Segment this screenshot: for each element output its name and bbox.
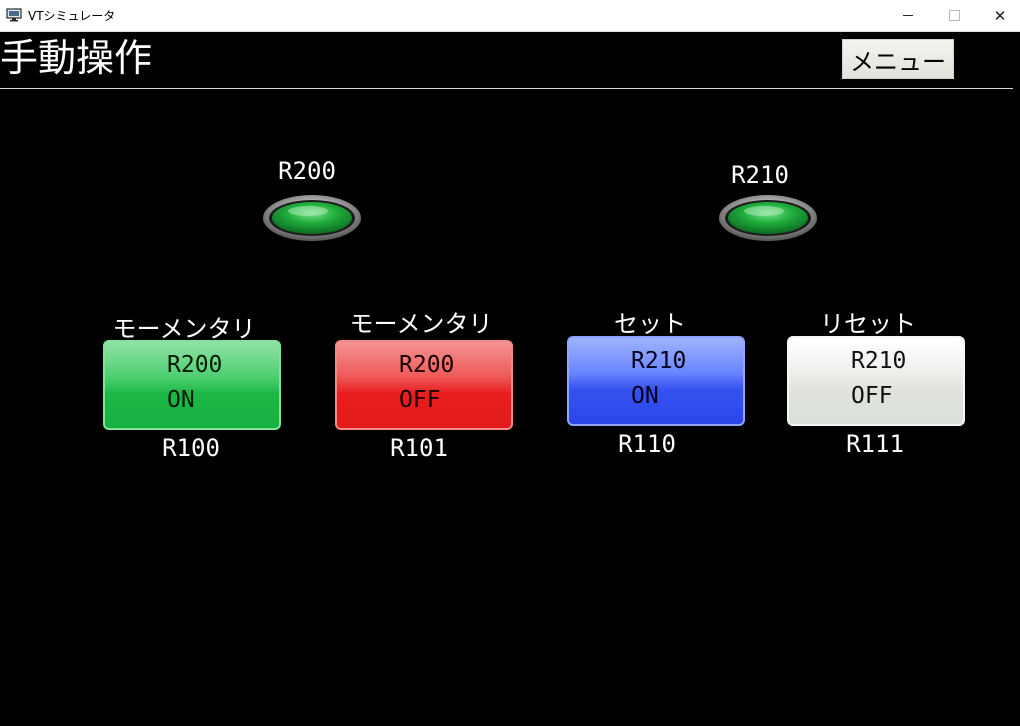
address-label-r111: R111 — [846, 430, 904, 458]
r200-on-button[interactable]: R200 ON — [103, 340, 281, 430]
button-state-label: OFF — [851, 383, 893, 409]
close-icon: ✕ — [993, 6, 1007, 25]
r210-on-button[interactable]: R210 ON — [567, 336, 745, 426]
minimize-button[interactable] — [885, 0, 931, 31]
address-label-r101: R101 — [390, 434, 448, 462]
header-divider — [0, 88, 1013, 89]
caption-momentary-on: モーメンタリ — [112, 315, 256, 343]
title-bar: VTシミュレータ ✕ — [0, 0, 1020, 32]
window-title: VTシミュレータ — [28, 9, 116, 23]
address-label-r110: R110 — [618, 430, 676, 458]
lamp-indicator-r210 — [718, 194, 818, 242]
address-label-r100: R100 — [162, 434, 220, 462]
page-title: 手動操作 — [0, 36, 153, 80]
button-state-label: ON — [167, 387, 195, 413]
maximize-icon — [948, 10, 960, 21]
button-device-label: R200 — [399, 352, 455, 378]
minimize-icon — [903, 15, 913, 16]
button-state-label: ON — [631, 383, 659, 409]
lamp-indicator-r200 — [262, 194, 362, 242]
r200-off-button[interactable]: R200 OFF — [335, 340, 513, 430]
monitor-icon — [6, 7, 22, 22]
lamp-label-r210: R210 — [731, 161, 789, 189]
caption-set: セット — [614, 310, 686, 338]
menu-button[interactable]: メニュー — [842, 39, 954, 79]
button-state-label: OFF — [399, 387, 441, 413]
lamp-label-r200: R200 — [278, 157, 336, 185]
vt-simulator-window: VTシミュレータ ✕ 手動操作 メニュー R200 R210 モーメンタリ R2… — [0, 0, 1020, 726]
caption-momentary-off: モーメンタリ — [349, 310, 493, 338]
caption-reset: リセット — [820, 310, 916, 338]
button-device-label: R210 — [851, 348, 907, 374]
close-button[interactable]: ✕ — [977, 0, 1020, 31]
r210-off-button[interactable]: R210 OFF — [787, 336, 965, 426]
button-device-label: R200 — [167, 352, 223, 378]
maximize-button[interactable] — [931, 0, 977, 31]
button-device-label: R210 — [631, 348, 687, 374]
